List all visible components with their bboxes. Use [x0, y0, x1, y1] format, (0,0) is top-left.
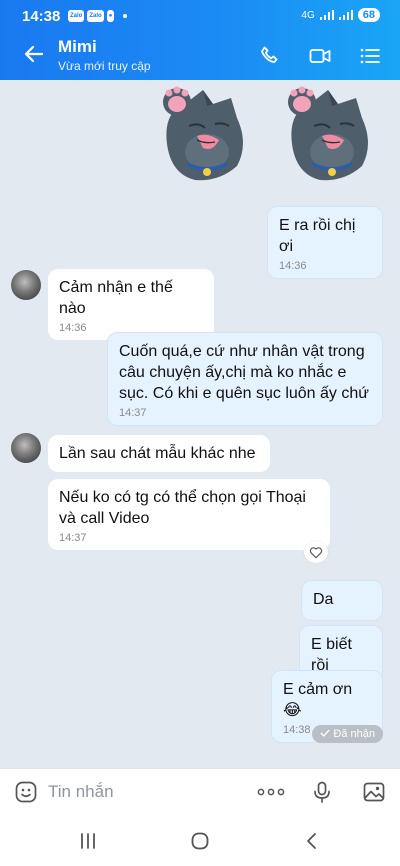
message-bubble-incoming[interactable]: Cảm nhận e thế nào 14:36 [48, 269, 214, 340]
signal-icon [319, 10, 334, 20]
avatar[interactable] [11, 433, 41, 463]
system-nav-bar [0, 814, 400, 866]
message-text: Cảm nhận e thế nào [59, 279, 173, 317]
message-time: 14:37 [59, 532, 87, 544]
message-bubble-outgoing[interactable]: Cuốn quá,e cứ như nhân vật trong câu chu… [107, 332, 383, 426]
message-text: Nếu ko có tg có thể chọn gọi Thoại và ca… [59, 489, 306, 527]
top-bar: 14:38 Zalo Zalo ● 4G 68 Mimi Vừa mới tru… [0, 0, 400, 80]
status-time: 14:38 [22, 8, 61, 25]
nav-home-icon[interactable] [190, 832, 210, 850]
signal-icon [338, 10, 353, 20]
message-text: Cuốn quá,e cứ như nhân vật trong câu chu… [119, 343, 369, 402]
message-input[interactable]: Tin nhắn [48, 782, 114, 802]
nav-recents-icon[interactable] [78, 832, 98, 850]
menu-list-icon[interactable] [358, 44, 382, 68]
more-dots-icon[interactable] [256, 780, 286, 804]
battery-indicator: 68 [357, 8, 380, 22]
chat-area[interactable]: E ra rồi chị ơi 14:36 Cảm nhận e thế nào… [0, 80, 400, 768]
delivered-label: Đã nhận [333, 728, 375, 740]
nav-back-icon[interactable] [302, 832, 322, 850]
status-bar: 14:38 Zalo Zalo ● 4G 68 [0, 0, 400, 32]
sticker-icon[interactable] [14, 780, 38, 804]
more-notifications-dot-icon [123, 14, 128, 18]
message-time: 14:36 [279, 260, 307, 272]
zalo-notification-icon: Zalo [87, 10, 104, 22]
video-call-icon[interactable] [308, 44, 332, 68]
status-right: 4G 68 [301, 8, 380, 22]
message-bubble-incoming[interactable]: Nếu ko có tg có thể chọn gọi Thoại và ca… [48, 479, 330, 550]
react-heart-button[interactable] [304, 541, 328, 563]
image-icon[interactable] [362, 780, 386, 804]
message-text: Da [313, 591, 334, 608]
avatar[interactable] [11, 270, 41, 300]
notification-icons: Zalo Zalo ● [68, 10, 128, 22]
check-icon [320, 729, 331, 737]
message-input-bar: Tin nhắn [0, 768, 400, 814]
heart-icon [309, 546, 323, 558]
microphone-icon[interactable] [310, 780, 334, 804]
message-text: E biết rồi [311, 636, 352, 674]
chat-header: Mimi Vừa mới truy cập [0, 32, 400, 80]
contact-name[interactable]: Mimi [58, 37, 97, 57]
contact-status: Vừa mới truy cập [58, 59, 151, 73]
message-text: E cảm ơn 😂 [283, 681, 353, 719]
message-text: Lần sau chát mẫu khác nhe [59, 445, 256, 462]
message-time: 14:37 [119, 407, 147, 419]
message-bubble-outgoing[interactable]: E ra rồi chị ơi 14:36 [267, 206, 383, 279]
message-bubble-incoming[interactable]: Lần sau chát mẫu khác nhe [48, 435, 270, 472]
cat-sticker-image[interactable] [157, 84, 253, 184]
cat-sticker-image[interactable] [282, 84, 378, 184]
message-bubble-outgoing[interactable]: Da [301, 580, 383, 621]
messenger-notification-icon: ● [106, 10, 115, 22]
network-label: 4G [301, 9, 315, 21]
delivered-status-badge: Đã nhận [312, 725, 383, 743]
zalo-notification-icon: Zalo [68, 10, 85, 22]
back-arrow-icon[interactable] [22, 42, 46, 66]
phone-icon[interactable] [258, 44, 282, 68]
message-text: E ra rồi chị ơi [279, 217, 356, 255]
